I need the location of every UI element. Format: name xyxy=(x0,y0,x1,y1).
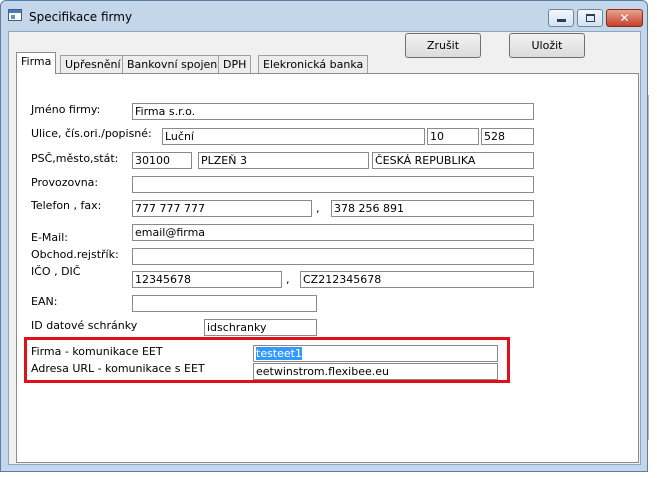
email-input[interactable]: email@firma xyxy=(132,224,534,241)
city-input[interactable]: PLZEŇ 3 xyxy=(198,152,369,169)
company-name-input[interactable]: Firma s.r.o. xyxy=(132,103,534,120)
street-input[interactable]: Luční xyxy=(162,128,425,145)
ean-label: EAN: xyxy=(31,295,58,308)
phone-fax-label: Telefon , fax: xyxy=(31,199,102,212)
cancel-button[interactable]: Zrušit xyxy=(405,33,481,58)
save-button[interactable]: Uložit xyxy=(509,33,585,58)
phone-fax-separator: , xyxy=(316,202,320,215)
close-button[interactable]: ✕ xyxy=(606,9,643,27)
trade-register-label: Obchod.rejstřík: xyxy=(31,248,119,261)
dic-input[interactable]: CZ212345678 xyxy=(300,271,534,288)
tab-firma[interactable]: Firma xyxy=(16,52,57,74)
establishment-input[interactable] xyxy=(132,176,534,193)
company-name-label: Jméno firmy: xyxy=(31,103,101,116)
ico-dic-separator: , xyxy=(286,273,290,286)
tab-bankovni-spojeni[interactable]: Bankovní spojení xyxy=(122,55,226,73)
establishment-label: Provozovna: xyxy=(31,176,99,189)
trade-register-input[interactable] xyxy=(132,248,534,265)
ico-dic-label: IČO , DIČ xyxy=(31,265,81,278)
data-box-id-label: ID datové schránky xyxy=(31,319,138,332)
dialog-window: Specifikace firmy ✕ Zrušit Uložit Firma … xyxy=(0,0,648,472)
dialog-client-area: Zrušit Uložit Firma Upřesnění Bankovní s… xyxy=(8,31,641,465)
ico-input[interactable]: 12345678 xyxy=(132,271,282,288)
tab-panel-firma: Jméno firmy: Firma s.r.o. Ulice, čís.ori… xyxy=(16,73,639,463)
phone-input[interactable]: 777 777 777 xyxy=(132,200,312,217)
close-icon: ✕ xyxy=(619,11,630,25)
data-box-id-input[interactable]: idschranky xyxy=(204,319,317,336)
window-title: Specifikace firmy xyxy=(29,10,133,24)
postal-code-input[interactable]: 30100 xyxy=(132,152,192,169)
country-input[interactable]: ČESKÁ REPUBLIKA xyxy=(372,152,534,169)
maximize-button[interactable] xyxy=(577,9,603,27)
tab-dph[interactable]: DPH xyxy=(218,55,252,73)
house-number-input[interactable]: 528 xyxy=(481,128,534,145)
ean-input[interactable] xyxy=(132,295,317,312)
background-window-edge xyxy=(648,95,657,440)
street-label: Ulice, čís.ori./popisné: xyxy=(31,127,152,140)
minimize-button[interactable] xyxy=(548,9,574,27)
orientation-number-input[interactable]: 10 xyxy=(427,128,479,145)
maximize-icon xyxy=(585,14,595,22)
title-bar[interactable]: Specifikace firmy ✕ xyxy=(1,1,647,31)
eet-highlight-frame xyxy=(24,337,510,383)
tab-elektronicka-banka[interactable]: Elekronická banka xyxy=(258,55,369,73)
postal-city-country-label: PSČ,město,stát: xyxy=(31,152,119,165)
email-label: E-Mail: xyxy=(31,231,68,244)
app-window-icon xyxy=(8,9,22,21)
minimize-icon xyxy=(556,19,566,22)
tab-upresneni[interactable]: Upřesnění xyxy=(60,55,126,73)
fax-input[interactable]: 378 256 891 xyxy=(331,200,534,217)
